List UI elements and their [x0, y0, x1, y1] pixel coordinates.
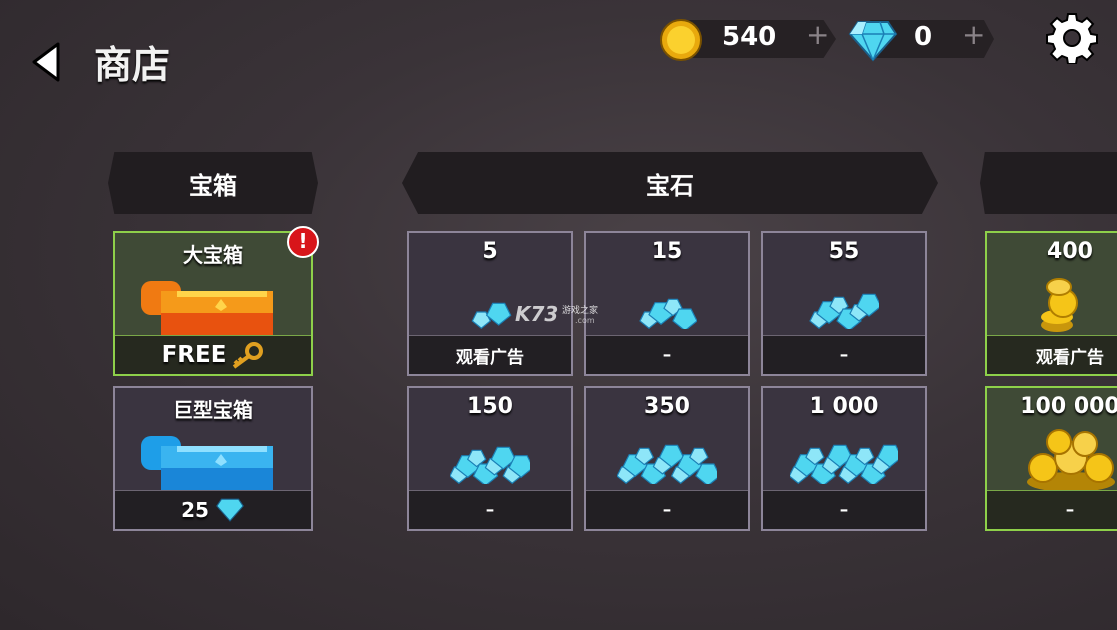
price-label: 观看广告	[456, 347, 524, 368]
chest-card-large[interactable]: 大宝箱 FREE	[113, 231, 313, 376]
section-header-gems: 宝石	[402, 152, 938, 214]
alert-badge: !	[287, 226, 319, 258]
coin-pack-card[interactable]: 100 000 –	[985, 386, 1117, 531]
settings-gear-icon[interactable]	[1046, 12, 1098, 64]
key-icon	[233, 342, 264, 369]
gem-pile-icon	[617, 444, 717, 484]
buy-coins-button[interactable]: +	[806, 18, 829, 51]
pack-amount: 350	[644, 394, 690, 419]
price-label: –	[839, 345, 849, 365]
pack-price: –	[409, 490, 571, 529]
pack-price: –	[763, 335, 925, 374]
price-gems: 25	[181, 498, 209, 522]
orange-chest-icon	[141, 281, 273, 337]
chest-title: 大宝箱	[183, 243, 243, 267]
pack-price: 观看广告	[409, 335, 571, 374]
pack-amount: 55	[828, 239, 860, 264]
pack-amount: 15	[651, 239, 683, 264]
gem-pile-icon	[639, 298, 697, 329]
gem-pile-icon	[790, 444, 898, 484]
gem-pile-icon	[450, 446, 530, 484]
coin-pile-icon	[1027, 429, 1115, 492]
pack-price: –	[586, 490, 748, 529]
pack-amount: 400	[1047, 239, 1093, 264]
price-label: –	[662, 345, 672, 365]
watermark-logo: K73	[515, 302, 558, 326]
coin-amount: 540	[722, 22, 777, 52]
gem-pack-card[interactable]: 1 000 –	[761, 386, 927, 531]
pack-amount: 1 000	[809, 394, 879, 419]
price-label: 观看广告	[1036, 347, 1104, 368]
section-header-coins	[980, 152, 1117, 214]
page-title: 商店	[94, 43, 171, 87]
pack-price: –	[763, 490, 925, 529]
chest-price-footer: FREE	[115, 335, 311, 374]
watermark-sub: 游戏之家	[562, 306, 599, 316]
buy-gems-button[interactable]: +	[962, 18, 985, 51]
gem-icon	[848, 21, 898, 62]
chest-card-huge[interactable]: 巨型宝箱 25	[113, 386, 313, 531]
section-header-chests: 宝箱	[108, 152, 318, 214]
chest-title: 巨型宝箱	[173, 398, 253, 422]
back-arrow-icon[interactable]	[26, 40, 66, 84]
pack-amount: 5	[482, 239, 498, 264]
gem-pack-card[interactable]: 350 –	[584, 386, 750, 531]
pack-price: 观看广告	[987, 335, 1117, 374]
price-label: –	[1065, 500, 1075, 520]
blue-chest-icon	[141, 436, 273, 492]
chest-price-footer: 25	[115, 490, 311, 529]
pack-price: –	[987, 490, 1117, 529]
gem-pack-card[interactable]: 55 –	[761, 231, 927, 376]
coin-pack-card[interactable]: 400 观看广告	[985, 231, 1117, 376]
coin-icon	[660, 19, 702, 61]
pack-amount: 100 000	[1020, 394, 1117, 419]
price-label: –	[485, 500, 495, 520]
gem-pile-icon	[809, 293, 879, 329]
gem-amount: 0	[914, 22, 933, 52]
pack-amount: 150	[467, 394, 513, 419]
gem-icon	[216, 498, 244, 522]
gem-pack-card[interactable]: 15 –	[584, 231, 750, 376]
gem-pack-card[interactable]: 150 –	[407, 386, 573, 531]
watermark-brand: K73	[515, 302, 559, 326]
price-label: –	[839, 500, 849, 520]
pack-price: –	[586, 335, 748, 374]
watermark-domain: .com	[575, 316, 595, 325]
gem-pile-icon	[471, 302, 512, 329]
coin-stack-icon	[1041, 278, 1078, 332]
price-label: –	[662, 500, 672, 520]
price-free: FREE	[161, 342, 227, 368]
